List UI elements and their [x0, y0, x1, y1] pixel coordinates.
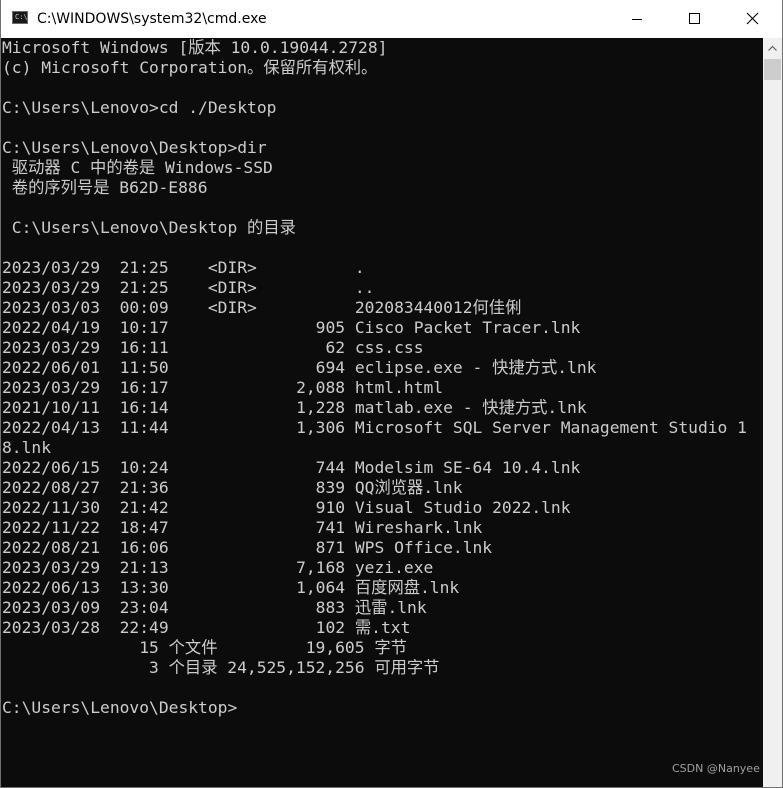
console-line: C:\Users\Lenovo\Desktop> — [2, 698, 238, 717]
console-line: 2022/06/01 11:50 694 eclipse.exe - 快捷方式.… — [2, 358, 597, 377]
console-line: (c) Microsoft Corporation。保留所有权利。 — [2, 58, 378, 77]
console-line: 2023/03/29 21:25 <DIR> . — [2, 258, 365, 277]
close-icon — [746, 12, 759, 25]
scroll-thumb[interactable] — [764, 59, 781, 80]
console-line: C:\Users\Lenovo\Desktop>dir — [2, 138, 267, 157]
maximize-button[interactable] — [666, 0, 724, 38]
console-line: 2023/03/29 21:25 <DIR> .. — [2, 278, 375, 297]
console-line: 3 个目录 24,525,152,256 可用字节 — [2, 658, 440, 677]
console-line: 驱动器 C 中的卷是 Windows-SSD — [2, 158, 273, 177]
csdn-watermark: CSDN @Nanyee — [672, 762, 760, 775]
scroll-up-arrow-icon — [768, 45, 777, 51]
minimize-button[interactable] — [608, 0, 666, 38]
console-line: 2022/06/13 13:30 1,064 百度网盘.lnk — [2, 578, 460, 597]
console-line: C:\Users\Lenovo>cd ./Desktop — [2, 98, 277, 117]
minimize-icon — [632, 19, 642, 20]
console-line: 2022/08/21 16:06 871 WPS Office.lnk — [2, 538, 493, 557]
vertical-scrollbar[interactable] — [763, 38, 782, 787]
title-bar[interactable]: C:\ C:\WINDOWS\system32\cmd.exe — [1, 0, 782, 38]
scroll-up-button[interactable] — [763, 38, 782, 58]
console-line: 2023/03/29 16:17 2,088 html.html — [2, 378, 444, 397]
cmd-window: C:\ C:\WINDOWS\system32\cmd.exe Microsof… — [0, 0, 783, 788]
maximize-icon — [689, 13, 700, 24]
console-line: 2021/10/11 16:14 1,228 matlab.exe - 快捷方式… — [2, 398, 587, 417]
console-line: 2022/04/13 11:44 1,306 Microsoft SQL Ser… — [2, 418, 747, 437]
console-line: 8.lnk — [2, 438, 52, 457]
console-line: 2023/03/29 16:11 62 css.css — [2, 338, 424, 357]
console-line: 15 个文件 19,605 字节 — [2, 638, 407, 657]
console-prompt-glyph: C:\ — [15, 13, 28, 21]
console-line: 2022/06/15 10:24 744 Modelsim SE-64 10.4… — [2, 458, 581, 477]
console-output-area[interactable]: Microsoft Windows [版本 10.0.19044.2728] (c… — [1, 38, 763, 787]
window-title: C:\WINDOWS\system32\cmd.exe — [37, 11, 267, 27]
console-line: 2023/03/03 00:09 <DIR> 202083440012何佳俐 — [2, 298, 522, 317]
console-line: 卷的序列号是 B62D-E886 — [2, 178, 208, 197]
close-button[interactable] — [724, 0, 782, 38]
console-line: 2022/08/27 21:36 839 QQ浏览器.lnk — [2, 478, 463, 497]
console-line: 2022/04/19 10:17 905 Cisco Packet Tracer… — [2, 318, 581, 337]
console-line: C:\Users\Lenovo\Desktop 的目录 — [2, 218, 296, 237]
cmd-console-icon: C:\ — [12, 11, 28, 24]
console-line: 2023/03/09 23:04 883 迅雷.lnk — [2, 598, 427, 617]
console-line: 2022/11/22 18:47 741 Wireshark.lnk — [2, 518, 483, 537]
console-line: 2022/11/30 21:42 910 Visual Studio 2022.… — [2, 498, 571, 517]
console-line: 2023/03/29 21:13 7,168 yezi.exe — [2, 558, 434, 577]
console-line: Microsoft Windows [版本 10.0.19044.2728] — [2, 38, 388, 57]
console-line: 2023/03/28 22:49 102 需.txt — [2, 618, 411, 637]
